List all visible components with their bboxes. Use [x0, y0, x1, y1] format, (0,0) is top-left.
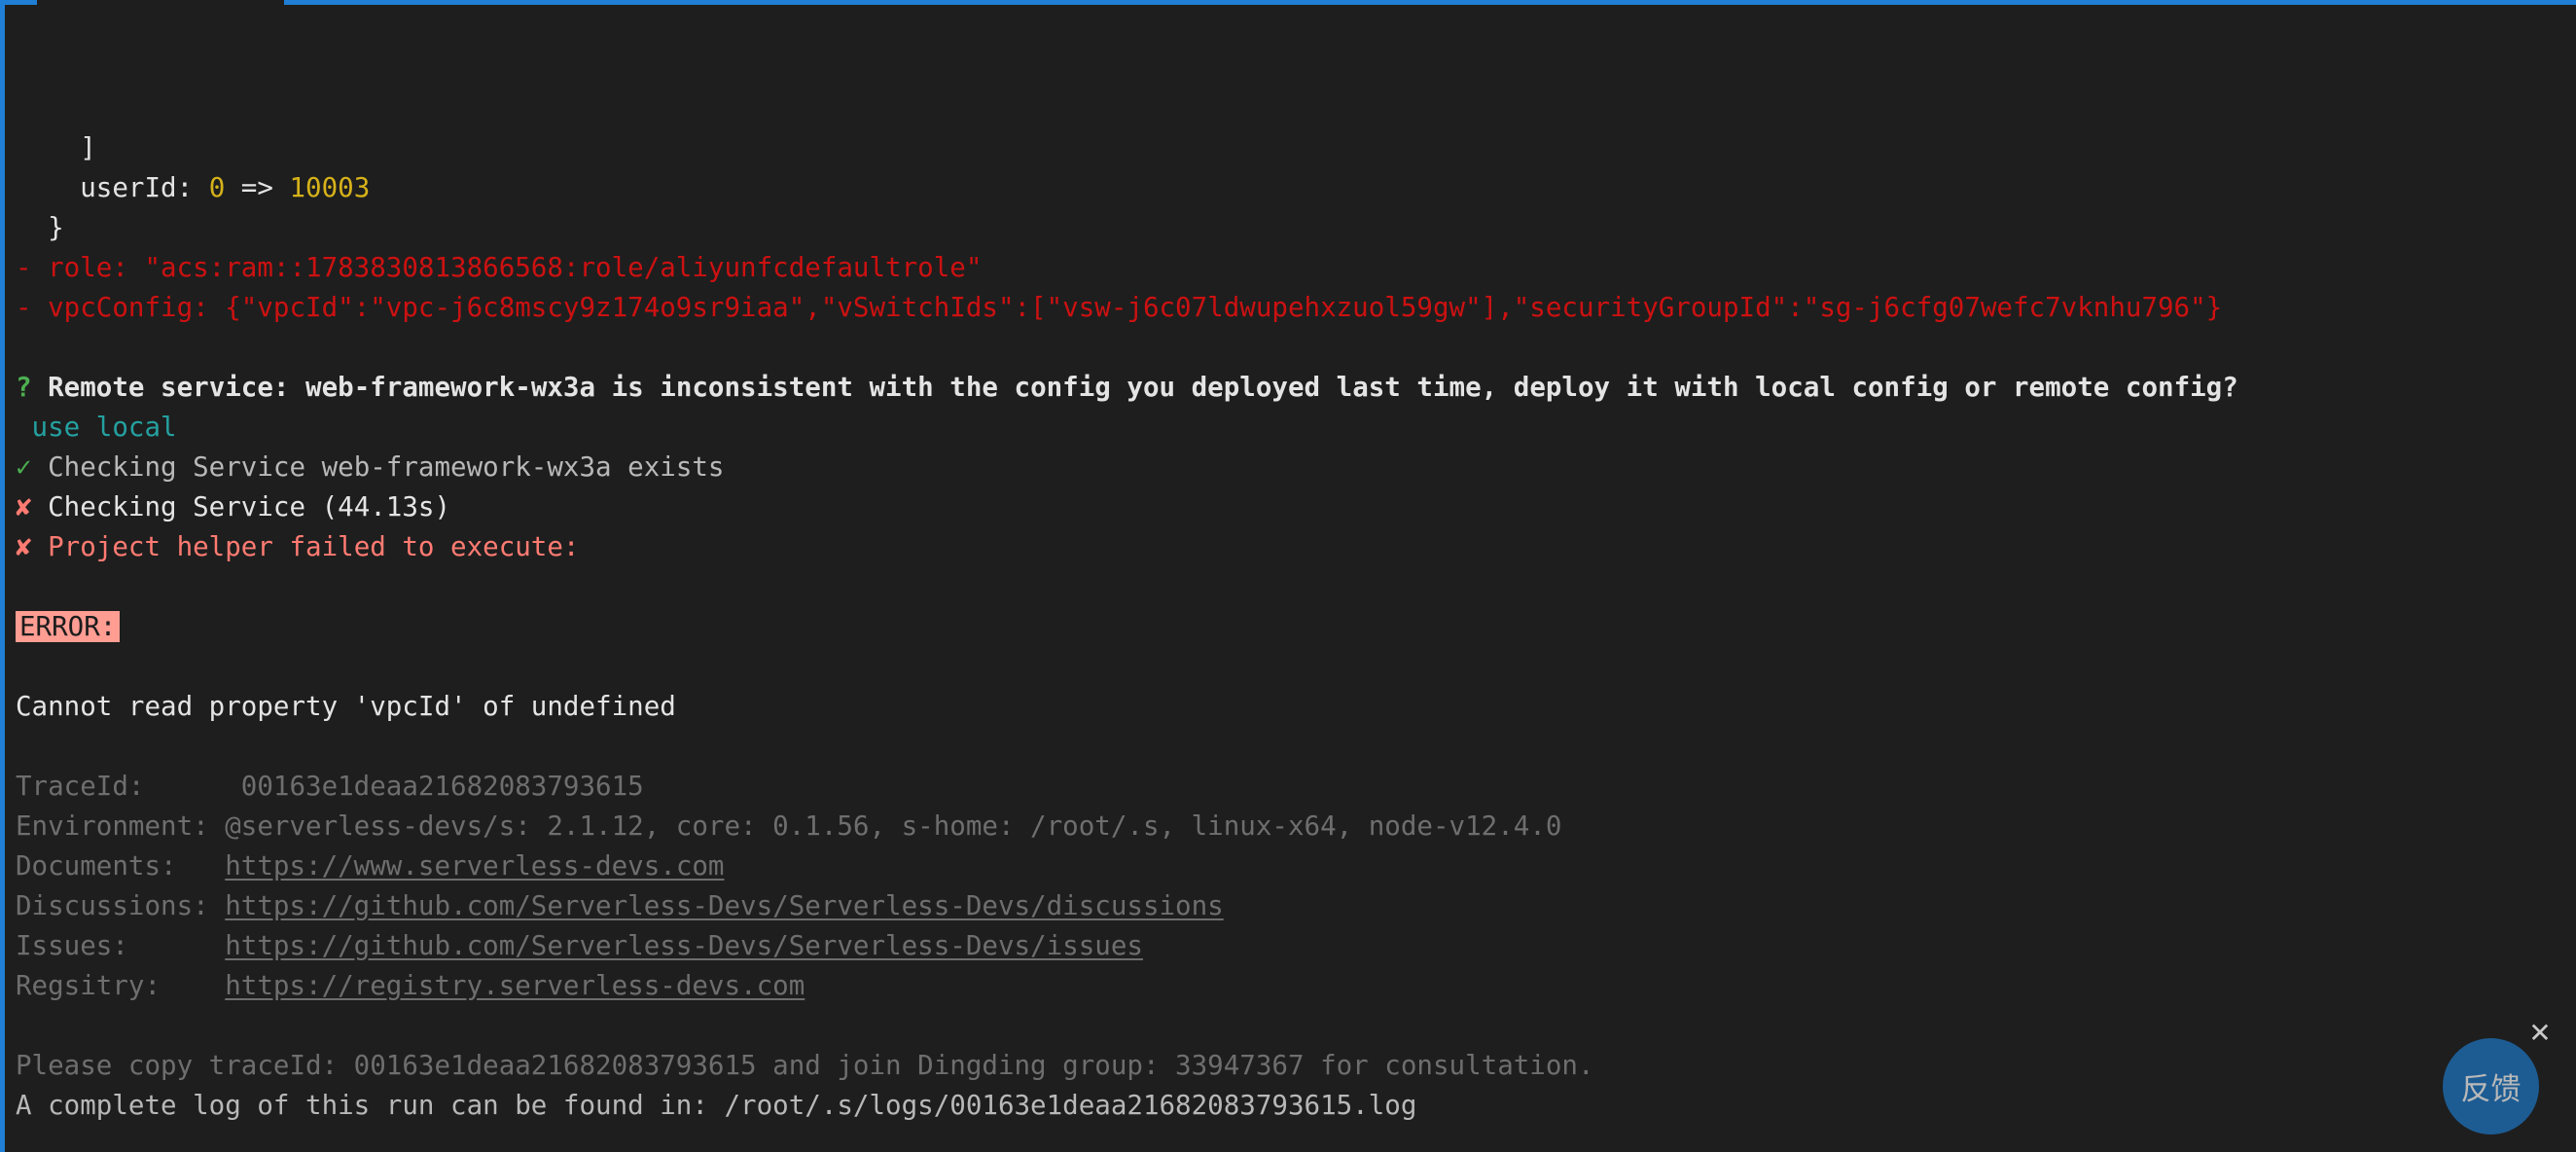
line-helper-failed: ✘ Project helper failed to execute: — [16, 527, 2576, 567]
close-icon[interactable]: ✕ — [2527, 1020, 2553, 1047]
terminal-text: Remote service: web-framework-wx3a is in… — [48, 372, 2238, 403]
terminal-text: } — [16, 212, 64, 243]
terminal-output[interactable]: ] userId: 0 => 10003 }- role: "acs:ram::… — [10, 5, 2576, 1152]
terminal-text: ✓ — [16, 451, 32, 483]
feedback-button[interactable]: 反馈 — [2443, 1038, 2539, 1134]
terminal-text: Discussions: — [16, 890, 226, 921]
line-error-message: Cannot read property 'vpcId' of undefine… — [16, 687, 2576, 727]
line-check-exists: ✓ Checking Service web-framework-wx3a ex… — [16, 448, 2576, 487]
terminal-line-list: ] userId: 0 => 10003 }- role: "acs:ram::… — [16, 128, 2576, 1152]
line-blank-5 — [16, 1006, 2576, 1046]
line-traceid: TraceId: 00163e1deaa21682083793615 — [16, 767, 2576, 807]
terminal-text: 10003 — [289, 172, 371, 203]
terminal-text: ✘ — [16, 531, 32, 562]
line-please-copy: Please copy traceId: 00163e1deaa21682083… — [16, 1046, 2576, 1086]
terminal-text: Regsitry: — [16, 970, 226, 1001]
terminal-text: ✘ — [16, 491, 32, 522]
terminal-text: TraceId: 00163e1deaa21682083793615 — [16, 771, 644, 802]
terminal-text: - vpcConfig: {"vpcId":"vpc-j6c8mscy9z174… — [16, 292, 2223, 323]
terminal-link[interactable]: https://registry.serverless-devs.com — [225, 970, 805, 1001]
line-use-local: use local — [16, 408, 2576, 448]
line-blank-1 — [16, 328, 2576, 368]
terminal-text: A complete log of this run can be found … — [16, 1090, 1417, 1121]
line-bracket-close: ] — [16, 128, 2576, 168]
terminal-panel[interactable]: ] userId: 0 => 10003 }- role: "acs:ram::… — [0, 0, 2576, 1152]
terminal-text: - role: "acs:ram::1783830813866568:role/… — [16, 252, 983, 283]
terminal-text: Please copy traceId: 00163e1deaa21682083… — [16, 1050, 1594, 1081]
feedback-widget[interactable]: ✕ 反馈 — [2443, 1020, 2552, 1134]
line-userid: userId: 0 => 10003 — [16, 168, 2576, 208]
line-vpcconfig: - vpcConfig: {"vpcId":"vpc-j6c8mscy9z174… — [16, 288, 2576, 328]
terminal-text: Cannot read property 'vpcId' of undefine… — [16, 691, 676, 722]
terminal-text: Checking Service (44.13s) — [31, 491, 451, 522]
line-documents: Documents: https://www.serverless-devs.c… — [16, 846, 2576, 886]
terminal-text: use local — [16, 412, 177, 443]
terminal-link[interactable]: https://www.serverless-devs.com — [225, 850, 724, 882]
terminal-text: userId: — [16, 172, 209, 203]
line-environment: Environment: @serverless-devs/s: 2.1.12,… — [16, 807, 2576, 846]
line-blank-2 — [16, 567, 2576, 607]
terminal-text: ? — [16, 372, 49, 403]
line-role: - role: "acs:ram::1783830813866568:role/… — [16, 248, 2576, 288]
line-check-failed: ✘ Checking Service (44.13s) — [16, 487, 2576, 527]
terminal-link[interactable]: https://github.com/Serverless-Devs/Serve… — [225, 930, 1143, 961]
terminal-text: Documents: — [16, 850, 226, 882]
line-blank-6 — [16, 1126, 2576, 1152]
line-brace-close: } — [16, 208, 2576, 248]
terminal-link[interactable]: https://github.com/Serverless-Devs/Serve… — [225, 890, 1224, 921]
terminal-text: Environment: @serverless-devs/s: 2.1.12,… — [16, 810, 1562, 842]
line-blank-3 — [16, 647, 2576, 687]
terminal-text: Project helper failed to execute: — [31, 531, 580, 562]
terminal-text: ] — [16, 132, 96, 163]
line-blank-4 — [16, 727, 2576, 767]
terminal-text: Checking Service web-framework-wx3a exis… — [31, 451, 725, 483]
terminal-text: 0 — [208, 172, 226, 203]
line-discussions: Discussions: https://github.com/Serverle… — [16, 886, 2576, 926]
line-error-badge: ERROR: — [16, 607, 2576, 647]
line-remote-question: ? Remote service: web-framework-wx3a is … — [16, 368, 2576, 408]
line-complete-log: A complete log of this run can be found … — [16, 1086, 2576, 1126]
line-issues: Issues: https://github.com/Serverless-De… — [16, 926, 2576, 966]
terminal-text: Issues: — [16, 930, 226, 961]
terminal-text: => — [225, 172, 290, 203]
line-registry: Regsitry: https://registry.serverless-de… — [16, 966, 2576, 1006]
terminal-text: ERROR: — [16, 611, 121, 642]
